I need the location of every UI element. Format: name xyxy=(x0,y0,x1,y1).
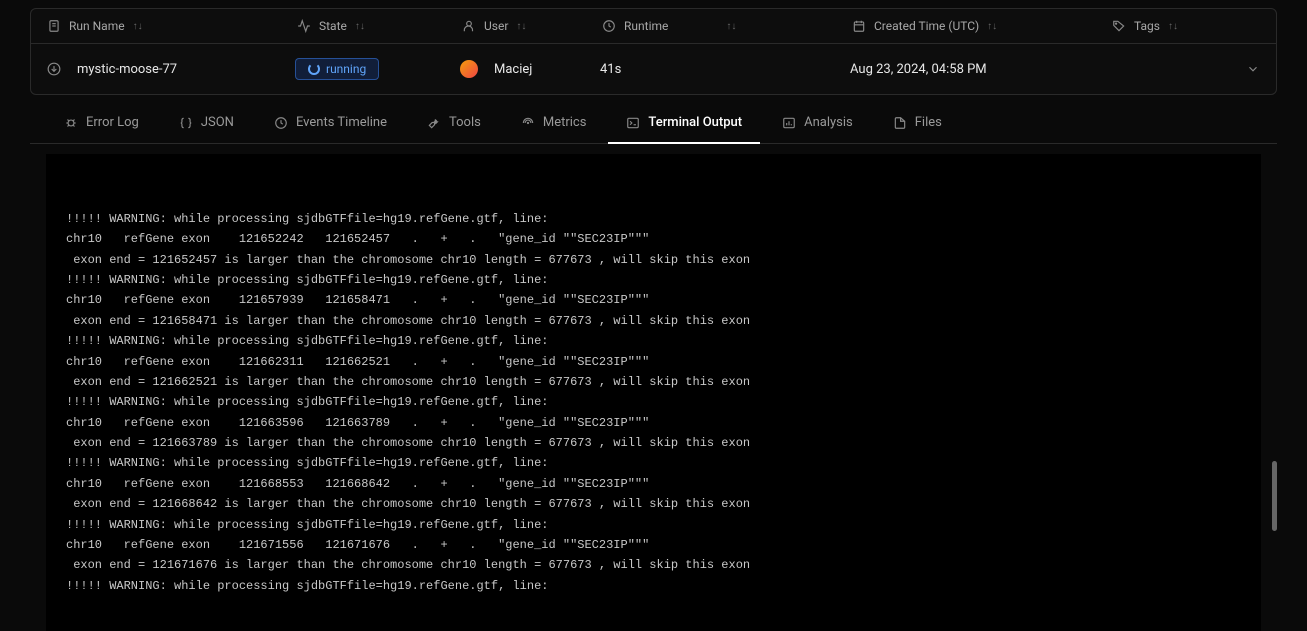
sort-icon: ↑↓ xyxy=(355,21,365,32)
tab-json[interactable]: JSON xyxy=(161,103,252,144)
col-header-state[interactable]: State ↑↓ xyxy=(297,19,462,33)
terminal-line: chr10 refGene exon 121662311 121662521 .… xyxy=(66,352,1241,372)
run-name-cell: mystic-moose-77 xyxy=(77,62,295,77)
sort-icon: ↑↓ xyxy=(133,21,143,32)
user-cell: Maciej xyxy=(460,60,600,78)
sort-icon: ↑↓ xyxy=(726,21,736,32)
terminal-line: !!!!! WARNING: while processing sjdbGTFf… xyxy=(66,392,1241,412)
tab-bar: Error Log JSON Events Timeline Tools Met… xyxy=(30,103,1277,144)
tag-icon xyxy=(1112,19,1126,33)
sort-icon: ↑↓ xyxy=(987,21,997,32)
terminal-line: !!!!! WARNING: while processing sjdbGTFf… xyxy=(66,209,1241,229)
terminal-line: exon end = 121671676 is larger than the … xyxy=(66,555,1241,575)
tab-label: Error Log xyxy=(86,115,139,130)
terminal-line: !!!!! WARNING: while processing sjdbGTFf… xyxy=(66,270,1241,290)
download-icon[interactable] xyxy=(47,62,61,76)
chevron-down-icon[interactable] xyxy=(1246,62,1260,76)
tab-label: JSON xyxy=(201,115,234,130)
terminal-line: !!!!! WARNING: while processing sjdbGTFf… xyxy=(66,331,1241,351)
status-badge: running xyxy=(295,58,379,80)
tab-tools[interactable]: Tools xyxy=(409,103,499,144)
terminal-line: exon end = 121658471 is larger than the … xyxy=(66,311,1241,331)
wrench-icon xyxy=(427,116,441,130)
tab-files[interactable]: Files xyxy=(875,103,960,144)
braces-icon xyxy=(179,116,193,130)
created-cell: Aug 23, 2024, 04:58 PM xyxy=(850,62,1110,77)
tab-events-timeline[interactable]: Events Timeline xyxy=(256,103,405,144)
terminal-line: exon end = 121662521 is larger than the … xyxy=(66,372,1241,392)
sort-icon: ↑↓ xyxy=(516,21,526,32)
tab-analysis[interactable]: Analysis xyxy=(764,103,871,144)
tab-label: Terminal Output xyxy=(648,115,742,130)
col-header-user[interactable]: User ↑↓ xyxy=(462,19,602,33)
tab-label: Events Timeline xyxy=(296,115,387,130)
spinner-icon xyxy=(308,63,320,75)
calendar-icon xyxy=(852,19,866,33)
terminal-line: chr10 refGene exon 121668553 121668642 .… xyxy=(66,474,1241,494)
terminal-line: !!!!! WARNING: while processing sjdbGTFf… xyxy=(66,515,1241,535)
terminal-line: !!!!! WARNING: while processing sjdbGTFf… xyxy=(66,453,1241,473)
user-icon xyxy=(462,19,476,33)
bug-icon xyxy=(64,116,78,130)
col-label: Run Name xyxy=(69,19,125,33)
terminal-line: exon end = 121668642 is larger than the … xyxy=(66,494,1241,514)
tab-label: Analysis xyxy=(804,115,853,130)
table-header-row: Run Name ↑↓ State ↑↓ User ↑↓ Runtime ↑↓ xyxy=(31,9,1276,44)
tab-terminal-output[interactable]: Terminal Output xyxy=(608,103,760,144)
tab-metrics[interactable]: Metrics xyxy=(503,103,605,144)
col-header-run-name[interactable]: Run Name ↑↓ xyxy=(47,19,297,33)
state-text: running xyxy=(326,62,366,76)
col-label: Created Time (UTC) xyxy=(874,19,979,33)
col-label: State xyxy=(319,19,347,33)
terminal-line: exon end = 121652457 is larger than the … xyxy=(66,250,1241,270)
terminal-output[interactable]: !!!!! WARNING: while processing sjdbGTFf… xyxy=(46,154,1261,631)
terminal-line: chr10 refGene exon 121657939 121658471 .… xyxy=(66,290,1241,310)
runtime-value: 41s xyxy=(600,62,621,77)
signal-icon xyxy=(521,116,535,130)
terminal-line: chr10 refGene exon 121671556 121671676 .… xyxy=(66,535,1241,555)
terminal-line: chr10 refGene exon 121652242 121652457 .… xyxy=(66,229,1241,249)
run-name: mystic-moose-77 xyxy=(77,62,177,77)
terminal-line: !!!!! WARNING: while processing sjdbGTFf… xyxy=(66,576,1241,596)
col-label: Tags xyxy=(1134,19,1160,33)
file-icon xyxy=(893,116,907,130)
scrollbar-thumb[interactable] xyxy=(1272,461,1277,531)
clock-icon xyxy=(602,19,616,33)
terminal-line: exon end = 121663789 is larger than the … xyxy=(66,433,1241,453)
col-header-runtime[interactable]: Runtime ↑↓ xyxy=(602,19,852,33)
table-row[interactable]: mystic-moose-77 running Maciej 41s Aug 2… xyxy=(31,44,1276,94)
sort-icon: ↑↓ xyxy=(1168,21,1178,32)
run-table: Run Name ↑↓ State ↑↓ User ↑↓ Runtime ↑↓ xyxy=(30,8,1277,95)
col-header-tags[interactable]: Tags ↑↓ xyxy=(1112,19,1260,33)
runtime-cell: 41s xyxy=(600,62,850,77)
scrollbar[interactable] xyxy=(1271,160,1277,561)
state-cell: running xyxy=(295,58,460,80)
document-icon xyxy=(47,19,61,33)
avatar xyxy=(460,60,478,78)
terminal-line: chr10 refGene exon 121663596 121663789 .… xyxy=(66,413,1241,433)
tab-label: Metrics xyxy=(543,115,587,130)
col-label: Runtime xyxy=(624,19,668,33)
tab-label: Files xyxy=(915,115,942,130)
terminal-content: !!!!! WARNING: while processing sjdbGTFf… xyxy=(66,209,1241,596)
tab-error-log[interactable]: Error Log xyxy=(46,103,157,144)
terminal-icon xyxy=(626,116,640,130)
created-value: Aug 23, 2024, 04:58 PM xyxy=(850,62,987,77)
tab-label: Tools xyxy=(449,115,481,130)
chart-icon xyxy=(782,116,796,130)
col-header-created[interactable]: Created Time (UTC) ↑↓ xyxy=(852,19,1112,33)
user-name: Maciej xyxy=(494,62,532,77)
activity-icon xyxy=(297,19,311,33)
col-label: User xyxy=(484,19,508,33)
clock-icon xyxy=(274,116,288,130)
